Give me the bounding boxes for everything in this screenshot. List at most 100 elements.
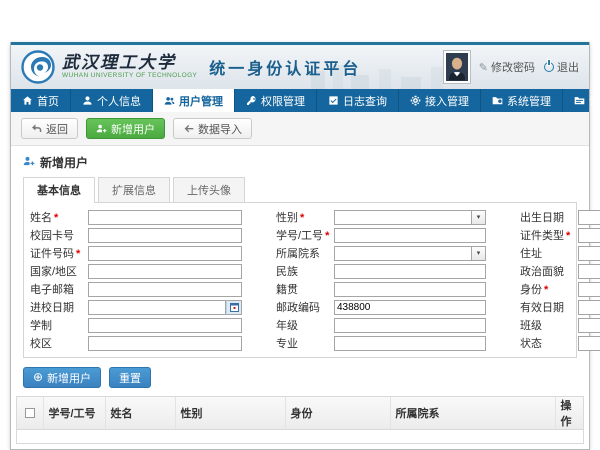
student-staff-id-input[interactable] xyxy=(334,228,486,243)
change-password-link[interactable]: ✎ 修改密码 xyxy=(479,59,535,75)
valid-date-control xyxy=(578,300,600,315)
field-valid-date: 有效日期 xyxy=(520,299,600,315)
nav-item-label: 个人信息 xyxy=(97,93,141,109)
native-place-input[interactable] xyxy=(334,282,486,297)
ethnicity-input[interactable] xyxy=(334,264,486,279)
logout-link[interactable]: 退出 xyxy=(544,59,579,75)
nav-item-label: 日志查询 xyxy=(343,93,387,109)
field-label: 证件类型* xyxy=(520,227,578,243)
nav-item-users[interactable]: 用户管理 xyxy=(153,89,235,112)
country-region-input[interactable] xyxy=(88,264,242,279)
user-avatar[interactable] xyxy=(444,51,470,83)
dropdown-arrow-icon[interactable]: ▾ xyxy=(472,246,486,261)
nav-item-system[interactable]: 系统管理 xyxy=(481,89,563,112)
column-header-4: 所属院系 xyxy=(390,397,555,430)
nav-item-gear[interactable]: 接入管理 xyxy=(399,89,481,112)
field-label: 性别* xyxy=(276,209,334,225)
id-type-input[interactable] xyxy=(578,228,600,243)
department-control: ▾ xyxy=(334,246,486,261)
field-label: 有效日期 xyxy=(520,299,578,315)
add-user-submit-button[interactable]: ⊕ 新增用户 xyxy=(23,367,101,388)
log-icon xyxy=(328,95,339,106)
field-label: 邮政编码 xyxy=(276,299,334,315)
user-plus-icon xyxy=(96,123,107,134)
field-label: 国家/地区 xyxy=(30,263,88,279)
postal-code-input[interactable] xyxy=(334,300,486,315)
political-status-input[interactable] xyxy=(578,264,600,279)
major-input[interactable] xyxy=(334,336,486,351)
id-number-input[interactable] xyxy=(88,246,242,261)
nav-item-label: 权限管理 xyxy=(261,93,305,109)
name-input[interactable] xyxy=(88,210,242,225)
department-input[interactable] xyxy=(334,246,472,261)
data-import-label: 数据导入 xyxy=(198,121,242,137)
calendar-icon[interactable] xyxy=(226,300,242,315)
field-enrollment-date: 进校日期 xyxy=(30,299,270,315)
grade-input[interactable] xyxy=(334,318,486,333)
nav-item-home[interactable]: 首页 xyxy=(11,89,71,112)
back-button[interactable]: 返回 xyxy=(21,118,78,139)
data-import-button[interactable]: 数据导入 xyxy=(173,118,252,139)
field-schooling-length: 学制 xyxy=(30,317,270,333)
user-table-wrap: 学号/工号姓名性别身份所属院系操作 xyxy=(16,396,584,444)
field-birth-date: 出生日期 xyxy=(520,209,600,225)
nav-item-log[interactable]: 日志查询 xyxy=(317,89,399,112)
key-icon xyxy=(246,95,257,106)
tab-bar: 基本信息 扩展信息 上传头像 xyxy=(11,177,589,202)
field-label: 住址 xyxy=(520,245,578,261)
column-header-2: 性别 xyxy=(175,397,285,430)
empty-table-row xyxy=(17,430,583,443)
gender-input[interactable] xyxy=(334,210,472,225)
field-label: 籍贯 xyxy=(276,281,334,297)
tab-upload-avatar[interactable]: 上传头像 xyxy=(173,177,245,202)
tab-extended-info[interactable]: 扩展信息 xyxy=(98,177,170,202)
reset-button[interactable]: 重置 xyxy=(109,367,151,388)
enrollment-date-input[interactable] xyxy=(88,300,226,315)
users-icon xyxy=(164,95,175,106)
subscribe-icon xyxy=(574,95,585,106)
required-asterisk: * xyxy=(544,284,548,296)
nav-item-label: 首页 xyxy=(37,93,59,109)
add-user-toolbar-button[interactable]: 新增用户 xyxy=(86,118,165,139)
field-ethnicity: 民族 xyxy=(276,263,514,279)
field-class: 班级 xyxy=(520,317,600,333)
tab-basic-info[interactable]: 基本信息 xyxy=(23,177,95,203)
field-label: 政治面貌 xyxy=(520,263,578,279)
field-student-staff-id: 学号/工号* xyxy=(276,227,514,243)
schooling-length-input[interactable] xyxy=(88,318,242,333)
identity-input[interactable] xyxy=(578,282,600,297)
user-icon xyxy=(82,95,93,106)
nav-item-label: 订阅管理 xyxy=(589,93,600,109)
nav-item-user[interactable]: 个人信息 xyxy=(71,89,153,112)
power-icon xyxy=(544,62,554,72)
birth-date-input[interactable] xyxy=(578,210,600,225)
toolbar: 返回 新增用户 数据导入 xyxy=(11,112,589,146)
change-password-label: 修改密码 xyxy=(491,59,535,75)
campus-card-no-input[interactable] xyxy=(88,228,242,243)
user-table: 学号/工号姓名性别身份所属院系操作 xyxy=(17,397,583,443)
email-input[interactable] xyxy=(88,282,242,297)
system-icon xyxy=(492,95,503,106)
column-header-0: 学号/工号 xyxy=(43,397,105,430)
valid-date-input[interactable] xyxy=(578,300,600,315)
import-arrow-icon xyxy=(183,123,194,134)
nav-item-key[interactable]: 权限管理 xyxy=(235,89,317,112)
column-header-3: 身份 xyxy=(285,397,390,430)
class-input[interactable] xyxy=(578,318,600,333)
section-title-row: 新增用户 xyxy=(11,146,589,177)
nav-item-subscribe[interactable]: 订阅管理 xyxy=(563,89,600,112)
dropdown-arrow-icon[interactable]: ▾ xyxy=(472,210,486,225)
university-name-en: WUHAN UNIVERSITY OF TECHNOLOGY xyxy=(62,72,197,80)
address-input[interactable] xyxy=(578,246,600,261)
enrollment-date-control xyxy=(88,300,242,315)
status-input[interactable] xyxy=(578,336,600,351)
select-all-checkbox[interactable] xyxy=(25,408,35,418)
university-name-cn: 武汉理工大学 xyxy=(62,54,197,72)
required-asterisk: * xyxy=(76,248,80,260)
gear-icon xyxy=(410,95,421,106)
form-grid: 姓名*性别*▾出生日期校园卡号学号/工号*证件类型*证件号码*所属院系▾住址国家… xyxy=(30,209,572,351)
section-title: 新增用户 xyxy=(40,154,88,171)
platform-title: 统一身份认证平台 xyxy=(209,55,361,79)
campus-input[interactable] xyxy=(88,336,242,351)
gender-control: ▾ xyxy=(334,210,486,225)
